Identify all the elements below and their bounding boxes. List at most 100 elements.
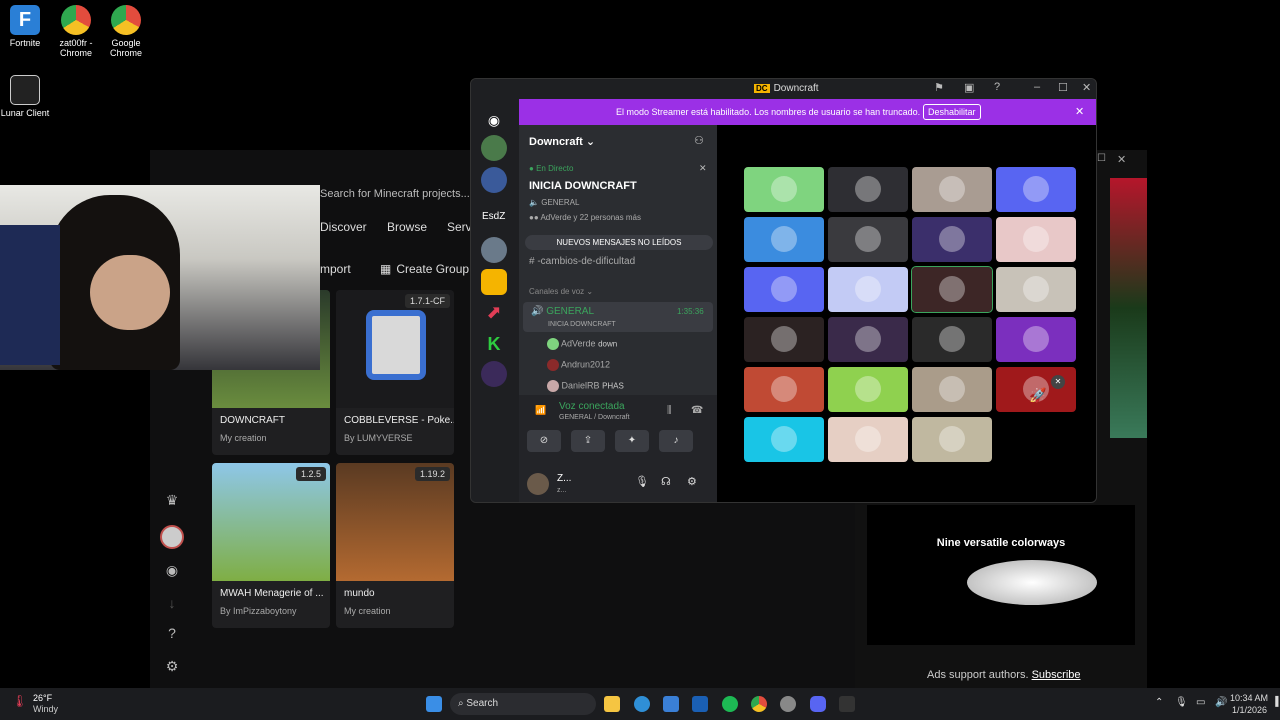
add-activity-rocket-icon[interactable]: 🚀 xyxy=(1028,387,1048,407)
tab-browse[interactable]: Browse xyxy=(387,220,427,234)
search-input[interactable]: Search for Minecraft projects... xyxy=(320,188,470,200)
desktop-icon-lunar-client[interactable]: Lunar Client xyxy=(0,75,55,118)
voice-participant-tile[interactable] xyxy=(828,367,908,412)
voice-user[interactable]: DanielRB PHAS xyxy=(547,380,624,392)
voice-participant-tile[interactable] xyxy=(828,317,908,362)
speaker-icon[interactable]: 🔊 xyxy=(1215,697,1227,708)
add-friend-icon[interactable]: ⚇ xyxy=(694,134,704,147)
server-icon[interactable]: ⬈ xyxy=(481,299,507,325)
camera-off-icon[interactable]: ⊘ xyxy=(527,430,561,452)
spotify-icon[interactable] xyxy=(722,696,738,712)
voice-participant-tile[interactable] xyxy=(996,317,1076,362)
discord-home-icon[interactable]: ◉ xyxy=(481,107,507,133)
server-icon[interactable] xyxy=(481,361,507,387)
modpack-card[interactable]: 1.2.5 MWAH Menagerie of ... By ImPizzabo… xyxy=(212,463,330,628)
downcraft-server-icon[interactable] xyxy=(481,269,507,295)
windows-start-icon[interactable] xyxy=(426,696,442,712)
server-name-dropdown[interactable]: Downcraft ⌄ xyxy=(529,135,595,148)
voice-participant-tile[interactable] xyxy=(912,217,992,262)
voice-participant-tile[interactable] xyxy=(996,167,1076,212)
voice-participant-tile[interactable] xyxy=(744,417,824,462)
voice-participant-tile[interactable] xyxy=(828,417,908,462)
create-group-button[interactable]: ▦ Create Group xyxy=(380,262,469,276)
disable-streamer-button[interactable]: Deshabilitar xyxy=(923,104,981,120)
help-icon[interactable]: ? xyxy=(994,81,1000,93)
noise-suppression-icon[interactable]: ⫼ xyxy=(667,405,672,416)
clock-time[interactable]: 10:34 AM xyxy=(1230,693,1268,703)
notification-icon[interactable]: ▐ xyxy=(1272,696,1278,706)
server-icon[interactable] xyxy=(481,237,507,263)
close-banner-icon[interactable]: ✕ xyxy=(1075,105,1084,118)
voice-participant-tile[interactable] xyxy=(912,367,992,412)
store-icon[interactable] xyxy=(663,696,679,712)
voice-user[interactable]: AdVerde down xyxy=(547,338,617,350)
window-maximize-icon[interactable]: ☐ xyxy=(1097,153,1106,164)
voice-participant-tile[interactable] xyxy=(911,266,993,313)
screen-share-icon[interactable]: ⇪ xyxy=(571,430,605,452)
voice-participant-tile[interactable] xyxy=(828,267,908,312)
voice-category[interactable]: Canales de voz ⌄ xyxy=(529,287,593,296)
voice-participant-tile[interactable] xyxy=(912,167,992,212)
server-icon[interactable] xyxy=(481,167,507,193)
window-close-icon[interactable]: ✕ xyxy=(1117,153,1126,166)
user-settings-icon[interactable]: ⚙ xyxy=(687,475,697,488)
microphone-icon[interactable]: 🎙 xyxy=(635,475,649,488)
microphone-icon[interactable]: 🎙 xyxy=(1175,697,1188,708)
tab-servers[interactable]: Serv xyxy=(447,220,472,234)
chrome-icon[interactable] xyxy=(751,696,767,712)
voice-user[interactable]: Andrun2012 xyxy=(547,359,610,371)
text-channel[interactable]: # -cambios-de-dificultad xyxy=(529,256,635,267)
modpack-card[interactable]: 1.19.2 mundo My creation xyxy=(336,463,454,628)
help-icon[interactable]: ? xyxy=(164,625,180,641)
maximize-icon[interactable]: ☐ xyxy=(1058,81,1068,94)
app-icon[interactable] xyxy=(780,696,796,712)
discord-icon[interactable] xyxy=(810,696,826,712)
weather-icon[interactable]: 🌡 xyxy=(12,694,27,708)
file-explorer-icon[interactable] xyxy=(604,696,620,712)
close-icon[interactable]: ✕ xyxy=(1051,375,1065,389)
import-button[interactable]: mport xyxy=(320,262,351,276)
voice-connected-channel[interactable]: GENERAL / Downcraft xyxy=(559,414,630,421)
voice-participant-tile[interactable] xyxy=(744,367,824,412)
voice-participant-tile[interactable] xyxy=(828,217,908,262)
avatar[interactable] xyxy=(527,473,549,495)
server-icon[interactable] xyxy=(481,135,507,161)
voice-participant-tile[interactable] xyxy=(744,217,824,262)
voice-participant-tile[interactable] xyxy=(828,167,908,212)
headphones-icon[interactable]: ☊ xyxy=(661,475,671,488)
tab-discover[interactable]: Discover xyxy=(320,220,367,234)
download-icon[interactable]: ↓ xyxy=(164,595,180,611)
soundboard-icon[interactable]: ♪ xyxy=(659,430,693,452)
voice-participant-tile[interactable] xyxy=(912,317,992,362)
event-title[interactable]: INICIA DOWNCRAFT xyxy=(529,180,637,192)
gear-icon[interactable]: ⚙ xyxy=(164,658,180,674)
edge-icon[interactable] xyxy=(634,696,650,712)
discord-icon[interactable]: ◉ xyxy=(164,562,180,578)
disconnect-icon[interactable]: ☎ xyxy=(691,405,703,416)
close-event-icon[interactable]: ✕ xyxy=(699,163,707,174)
voice-participant-tile[interactable] xyxy=(744,267,824,312)
voice-participant-tile[interactable] xyxy=(996,267,1076,312)
chevron-up-icon[interactable]: ⌃ xyxy=(1155,697,1163,708)
monitor-icon[interactable]: ▭ xyxy=(1196,697,1205,708)
clock-date[interactable]: 1/1/2026 xyxy=(1232,705,1267,715)
server-icon[interactable]: K xyxy=(481,331,507,357)
mail-icon[interactable] xyxy=(692,696,708,712)
curseforge-icon[interactable] xyxy=(839,696,855,712)
voice-participant-tile[interactable] xyxy=(996,217,1076,262)
taskbar-search[interactable]: ⌕ Search xyxy=(450,693,596,715)
unread-messages-pill[interactable]: NUEVOS MENSAJES NO LEÍDOS xyxy=(525,235,713,250)
subscribe-link[interactable]: Subscribe xyxy=(1032,669,1081,681)
voice-participant-tile[interactable] xyxy=(744,167,824,212)
desktop-icon-google-chrome[interactable]: Google Chrome xyxy=(96,5,156,58)
modpack-card[interactable]: 1.7.1-CF COBBLEVERSE - Poke... By LUMYVE… xyxy=(336,290,454,455)
voice-participant-tile[interactable] xyxy=(912,417,992,462)
activities-icon[interactable]: ✦ xyxy=(615,430,649,452)
voice-participant-tile[interactable] xyxy=(744,317,824,362)
voice-channel-general[interactable]: 🔊 GENERAL 1:35:36 INICIA DOWNCRAFT xyxy=(523,302,713,332)
avatar[interactable] xyxy=(160,525,184,549)
flag-icon[interactable]: ⚑ xyxy=(934,81,944,94)
screen-icon[interactable]: ▣ xyxy=(964,81,974,94)
crown-icon[interactable]: ♛ xyxy=(164,492,180,508)
minimize-icon[interactable]: – xyxy=(1034,81,1040,93)
